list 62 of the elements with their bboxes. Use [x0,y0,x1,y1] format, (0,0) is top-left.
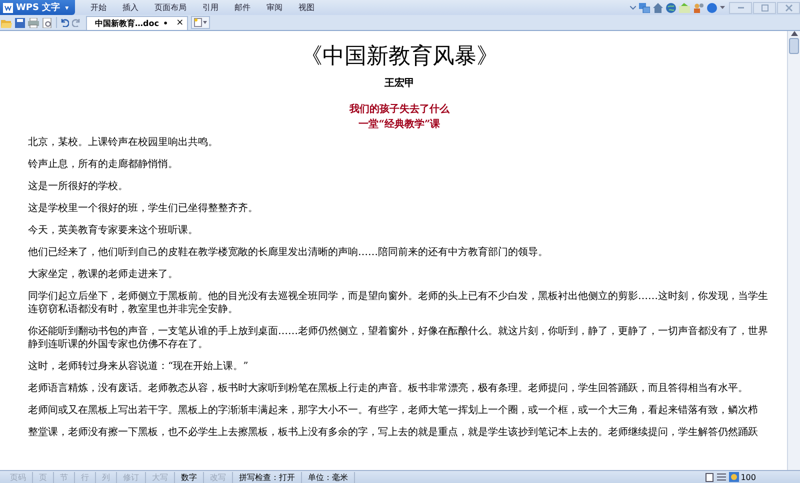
spell-check-status[interactable]: 拼写检查：打开 [233,472,302,482]
status-item: 节 [54,472,75,482]
document-author: 王宏甲 [384,76,416,90]
page-view-icon[interactable] [704,472,714,482]
document-paragraph: 这时，老师转过身来从容说道：“现在开始上课。” [27,360,250,373]
zoom-level: 100 [740,472,756,482]
print-icon[interactable] [28,18,39,28]
document-paragraph: 他们已经来了，他们听到自己的皮鞋在教学楼宽敞的长廊里发出清晰的声响……陪同前来的还有中方教育部门的领导。 [27,246,549,259]
document-paragraph: 整堂课，老师没有擦一下黑板，也不必学生上去擦黑板，板书上没有多余的字，写上去的就是重点，就是学生该抄到笔记本上去的。老师继续提问，学生解答仍然踊跃 [27,426,759,439]
status-item: 列 [96,472,117,482]
caret-icon[interactable] [720,6,725,9]
status-item: 修订 [117,472,146,482]
close-tab-button[interactable]: × [176,18,184,28]
globe-icon[interactable] [666,2,676,12]
undo-icon[interactable] [60,18,69,27]
modified-mark: • [162,18,168,28]
people-icon[interactable] [693,2,704,12]
document-paragraph: 你还能听到翻动书包的声音，一支笔从谁的手上放到桌面……老师仍然侧立，望着窗外，好像在酝酿什么。就这片刻，你听到，静了，更静了，一切声音都没有了，世界静到连听课的外国专家也仿佛不存在了。 [27,325,769,351]
box-icon[interactable] [679,2,690,12]
document-paragraph: 这是一所很好的学校。 [27,180,129,193]
close-icon[interactable] [784,2,794,12]
scrollbar[interactable] [787,31,800,470]
new-document-icon [194,18,202,27]
document-paragraph: 同学们起立后坐下，老师侧立于黑板前。他的目光没有去巡视全班同学，而是望向窗外。老师的头上已有不少白发，黑板衬出他侧立的剪影……这时刻，你发现，当学生连窃窃私语都没有时，教室里也并非完全安静。 [27,290,769,316]
document-title: 《中国新教育风暴》 [300,42,500,70]
document-paragraph: 老师间或又在黑板上写出若干字。黑板上的字渐渐丰满起来，那字大小不一。有些字，老师大笔一挥划上一个圈，或一个框，或一个大三角，看起来错落有致，鳞次栉 [27,404,759,417]
chevron-down-icon[interactable] [630,6,636,10]
status-item: 改写 [204,472,233,482]
document-heading: 一堂“经典教学”课 [358,118,442,132]
save-icon[interactable] [15,18,25,28]
unit-status[interactable]: 单位：毫米 [302,472,355,482]
new-tab-button[interactable] [191,16,210,29]
app-logo-icon [3,2,13,12]
document-tab-title: 中国新教育…doc [95,18,159,28]
document-paragraph: 这是学校里一个很好的班，学生们已坐得整整齐齐。 [27,202,259,215]
document-paragraph: 老师语言精炼，没有废话。老师教态从容，板书时大家听到粉笔在黑板上行走的声音。板书非常漂亮，极有条理。老师提问，学生回答踊跃，而且答得相当有水平。 [27,382,749,395]
status-item: 行 [75,472,96,482]
web-view-icon[interactable] [728,472,739,482]
menu-tab[interactable]: 开始 [82,2,115,13]
menu-tab[interactable]: 页面布局 [146,2,195,13]
status-item: 数字 [175,472,204,482]
document-tab[interactable]: 中国新教育…doc • × [86,16,188,30]
menu-tab[interactable]: 邮件 [226,2,259,13]
app-menu-label: WPS 文字 [16,1,60,14]
redo-icon[interactable] [72,18,81,27]
document-heading: 我们的孩子失去了什么 [348,102,450,117]
scrollbar-thumb[interactable] [789,38,799,54]
menu-tab[interactable]: 插入 [114,2,147,13]
outline-view-icon[interactable] [716,472,726,482]
status-item: 页 [33,472,54,482]
restore-icon[interactable] [760,2,770,12]
document-paragraph: 北京，某校。上课铃声在校园里响出共鸣。 [27,136,219,149]
document-paragraph: 大家坐定，教课的老师走进来了。 [27,268,179,281]
menu-tab[interactable]: 引用 [194,2,227,13]
document-paragraph: 今天，英美教育专家要来这个班听课。 [27,224,199,237]
home-icon[interactable] [653,2,663,12]
windows-icon[interactable] [639,2,650,12]
caret-icon [203,21,207,24]
document-paragraph: 铃声止息，所有的走廊都静悄悄。 [27,158,179,171]
menu-tab[interactable]: 审阅 [258,2,291,13]
menu-tab[interactable]: 视图 [290,2,323,13]
print-preview-icon[interactable] [42,18,53,28]
